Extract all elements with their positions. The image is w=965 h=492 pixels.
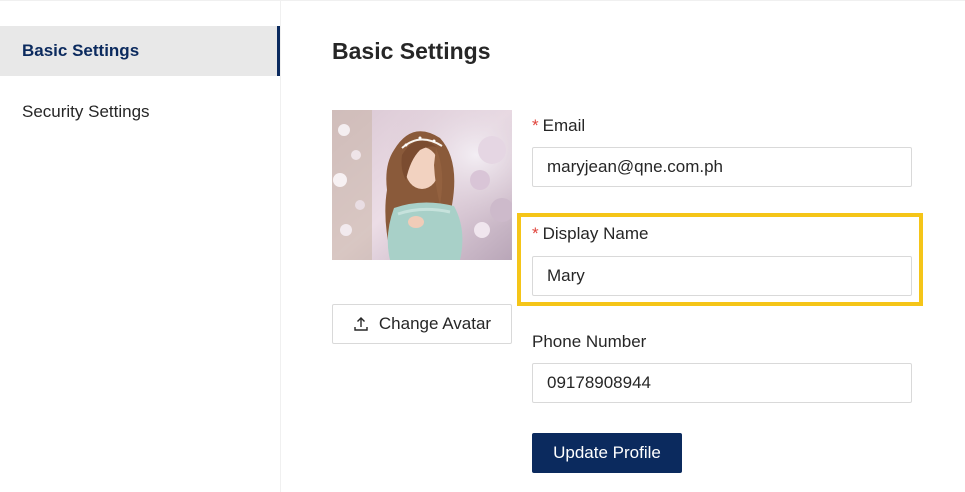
display-name-field[interactable] <box>532 256 912 296</box>
phone-number-field[interactable] <box>532 363 912 403</box>
settings-sidebar: Basic Settings Security Settings <box>0 0 281 492</box>
change-avatar-button[interactable]: Change Avatar <box>332 304 512 344</box>
change-avatar-label: Change Avatar <box>378 314 492 333</box>
sidebar-item-security-settings[interactable]: Security Settings <box>0 87 280 137</box>
email-field[interactable] <box>532 147 912 187</box>
email-label-text: Email <box>542 116 586 135</box>
settings-page: Basic Settings Security Settings Basic S… <box>0 0 965 492</box>
update-profile-button[interactable]: Update Profile <box>532 433 682 473</box>
phone-number-label: Phone Number <box>532 332 647 351</box>
required-mark: * <box>532 116 539 135</box>
display-name-label-text: Display Name <box>542 224 649 243</box>
profile-photo <box>332 110 512 260</box>
display-name-label: * Display Name <box>532 223 648 245</box>
required-mark: * <box>532 224 539 243</box>
upload-icon <box>354 317 368 331</box>
sidebar-item-basic-settings[interactable]: Basic Settings <box>0 26 280 76</box>
email-label: * Email <box>532 115 585 137</box>
avatar <box>332 110 512 260</box>
page-title: Basic Settings <box>332 38 491 64</box>
